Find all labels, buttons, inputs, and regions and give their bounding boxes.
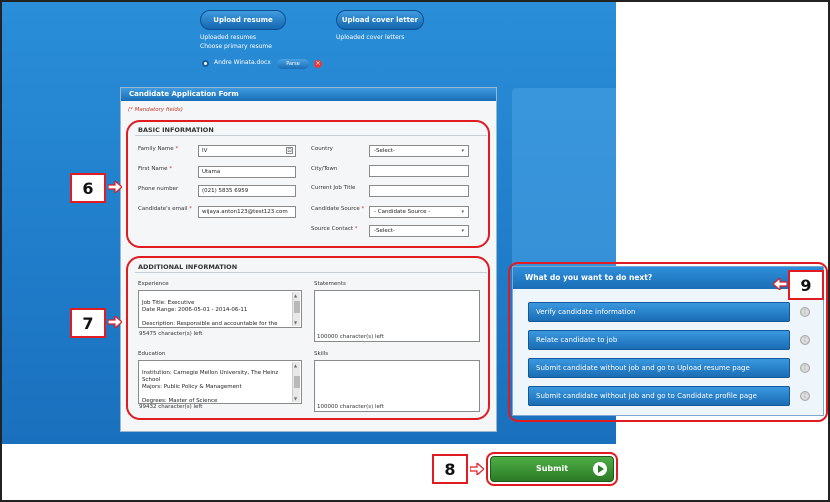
- upload-resume-button[interactable]: Upload resume: [200, 10, 286, 30]
- relate-candidate-button[interactable]: Relate candidate to job: [528, 330, 790, 350]
- upload-cover-letter-button[interactable]: Upload cover letter: [336, 10, 424, 30]
- callout-9: 9: [788, 270, 824, 300]
- submit-upload-resume-button[interactable]: Submit candidate without job and go to U…: [528, 358, 790, 378]
- additional-info-highlight: [126, 256, 490, 420]
- callout-8: 8: [432, 454, 468, 484]
- mandatory-note: (* Mandatory fields): [128, 107, 183, 113]
- form-title: Candidate Application Form: [121, 88, 496, 101]
- uploaded-resumes-label: Uploaded resumes: [200, 34, 257, 41]
- callout-7: 7: [70, 308, 106, 338]
- info-icon[interactable]: i: [800, 335, 810, 345]
- verify-candidate-button[interactable]: Verify candidate information: [528, 302, 790, 322]
- submit-candidate-profile-button[interactable]: Submit candidate without job and go to C…: [528, 386, 790, 406]
- callout-6: 6: [70, 173, 106, 203]
- info-icon[interactable]: i: [800, 391, 810, 401]
- arrow-right-icon: [108, 181, 122, 193]
- submit-button[interactable]: Submit: [490, 456, 614, 482]
- arrow-right-icon: [470, 463, 484, 475]
- resume-file-name: Andre Winata.docx: [214, 59, 271, 66]
- arrow-right-icon: [108, 316, 122, 328]
- choose-primary-label: Choose primary resume: [200, 43, 272, 50]
- basic-info-highlight: [126, 120, 490, 248]
- parse-button[interactable]: Parse: [277, 59, 309, 69]
- arrow-left-icon: [773, 278, 787, 290]
- info-icon[interactable]: i: [800, 307, 810, 317]
- primary-resume-radio[interactable]: [202, 60, 209, 67]
- info-icon[interactable]: i: [800, 363, 810, 373]
- uploaded-cover-letters-label: Uploaded cover letters: [336, 34, 405, 41]
- delete-icon[interactable]: ×: [314, 60, 322, 68]
- play-arrow-icon: [593, 462, 607, 476]
